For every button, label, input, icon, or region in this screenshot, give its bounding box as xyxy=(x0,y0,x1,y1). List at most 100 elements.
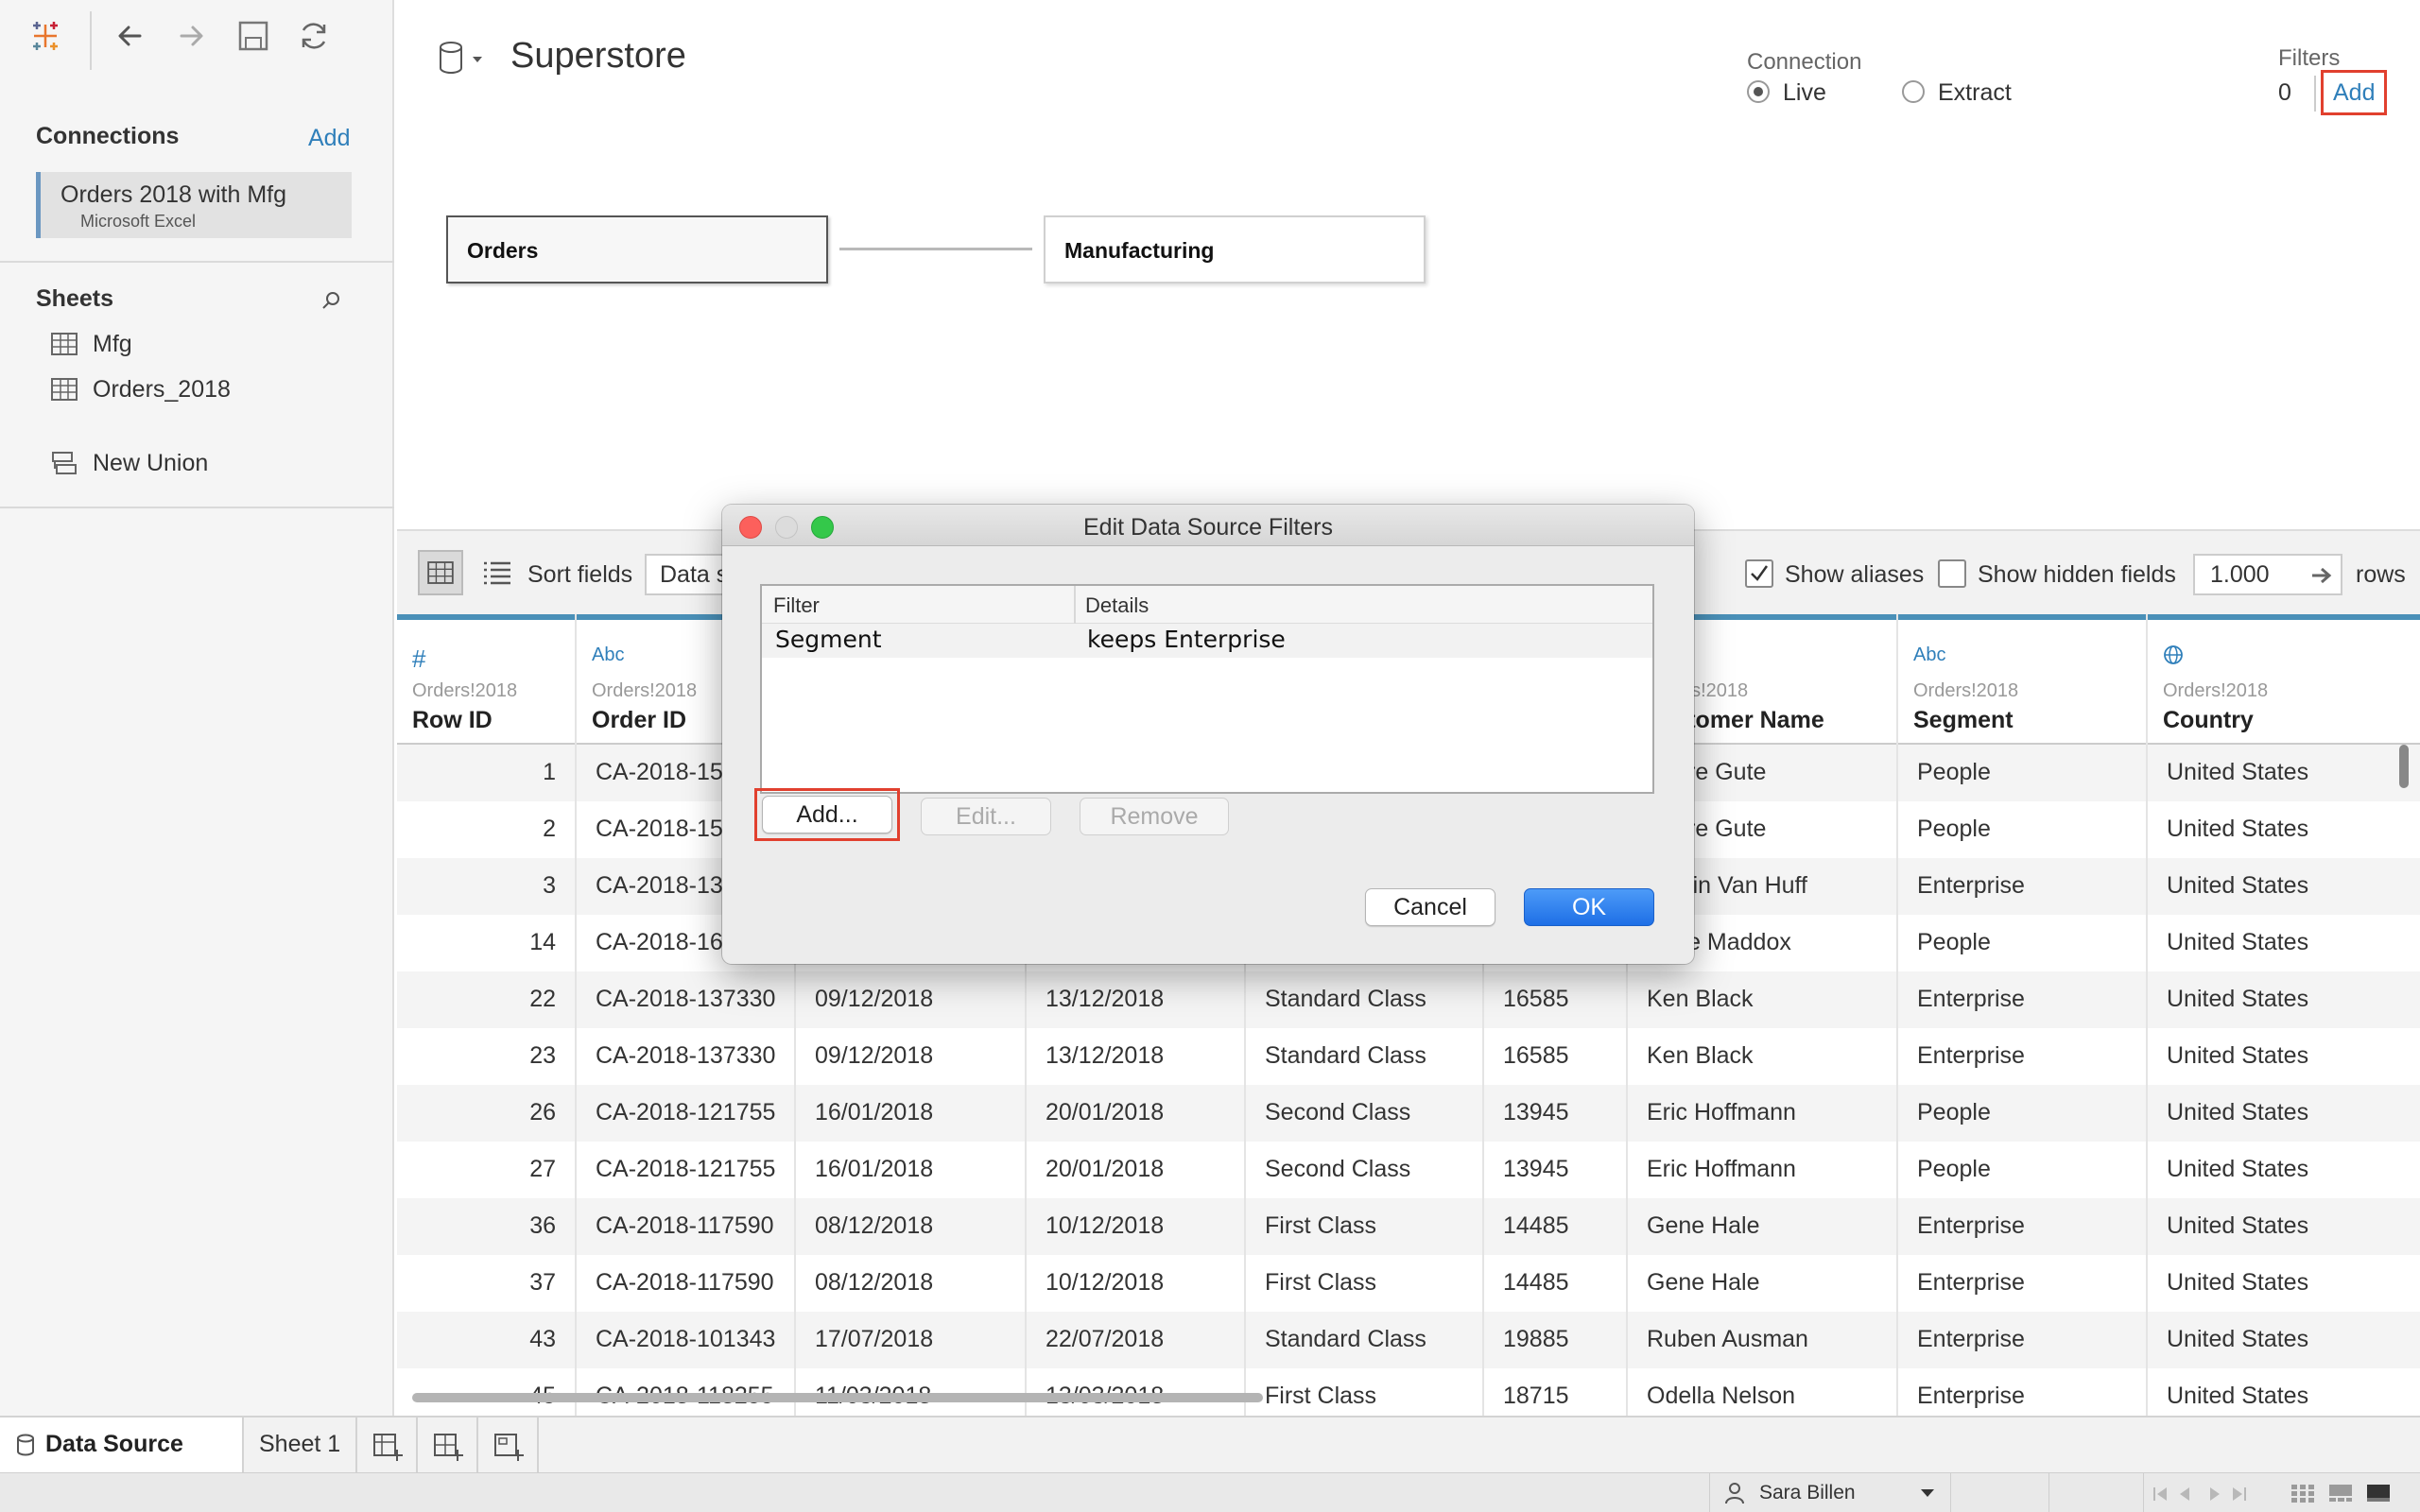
column-header[interactable]: Abc Orders!2018 Segment xyxy=(1898,614,2146,745)
extract-radio[interactable] xyxy=(1902,80,1925,103)
table-cell: 10/12/2018 xyxy=(1046,1212,1165,1239)
new-worksheet-tab[interactable] xyxy=(357,1418,418,1472)
table-manufacturing[interactable]: Manufacturing xyxy=(1044,215,1426,284)
table-orders[interactable]: Orders xyxy=(446,215,828,284)
table-cell: 18715 xyxy=(1503,1383,1569,1409)
column-name[interactable]: Order ID xyxy=(592,707,686,734)
column-name[interactable]: Country xyxy=(2163,707,2254,734)
table-cell: First Class xyxy=(1265,1383,1377,1409)
edit-filter-button[interactable]: Edit... xyxy=(921,798,1051,835)
extract-label[interactable]: Extract xyxy=(1938,79,2012,107)
filter-name: Segment xyxy=(775,626,882,653)
filter-list-header: Filter Details xyxy=(762,586,1652,624)
ok-button[interactable]: OK xyxy=(1524,888,1654,926)
column-header[interactable]: # Orders!2018 Row ID xyxy=(397,614,575,745)
forward-arrow-icon[interactable] xyxy=(172,17,210,55)
table-cell: 16585 xyxy=(1503,986,1569,1012)
table-cell: 09/12/2018 xyxy=(815,986,934,1012)
table-cell: Gene Hale xyxy=(1647,1212,1760,1239)
show-hidden-checkbox[interactable] xyxy=(1938,559,1966,588)
table-cell: Ken Black xyxy=(1647,986,1754,1012)
edit-data-source-filters-dialog: Edit Data Source Filters Filter Details … xyxy=(722,505,1694,964)
table-cell: Enterprise xyxy=(1917,1269,2025,1296)
table-cell: United States xyxy=(2167,1099,2309,1125)
live-radio[interactable] xyxy=(1747,80,1770,103)
new-dashboard-icon xyxy=(434,1434,463,1461)
divider xyxy=(0,507,394,508)
sheet-item-mfg[interactable]: Mfg xyxy=(51,327,132,361)
user-menu[interactable]: Sara Billen xyxy=(1709,1473,1951,1512)
table-cell: 17/07/2018 xyxy=(815,1326,934,1352)
sheet-tabs-bar: Data Source Sheet 1 xyxy=(0,1416,2420,1472)
cancel-button[interactable]: Cancel xyxy=(1365,888,1495,926)
table-cell: 45 xyxy=(397,1368,575,1416)
new-dashboard-tab[interactable] xyxy=(418,1418,478,1472)
tableau-logo-icon[interactable] xyxy=(26,17,64,55)
rows-value: 1.000 xyxy=(2210,561,2270,588)
grid-column[interactable]: #Orders!2018Row ID123142223262736374345 xyxy=(397,614,577,1416)
table-cell: 08/12/2018 xyxy=(815,1212,934,1239)
sheet-navigation-icons[interactable] xyxy=(2152,1485,2257,1503)
table-cell: Enterprise xyxy=(1917,1042,2025,1069)
table-cell: First Class xyxy=(1265,1269,1377,1296)
filter-row[interactable]: Segment keeps Enterprise xyxy=(762,624,1652,658)
sheet-label: Mfg xyxy=(93,330,132,357)
refresh-icon[interactable] xyxy=(295,17,333,55)
grid-column[interactable]: Orders!2018 Country United States United St… xyxy=(2148,614,2420,1416)
globe-icon[interactable] xyxy=(2163,644,2184,671)
sheet-item-orders-2018[interactable]: Orders_2018 xyxy=(51,372,231,406)
arrow-right-icon[interactable] xyxy=(2310,565,2333,586)
connection-item[interactable]: Orders 2018 with Mfg Microsoft Excel xyxy=(36,172,352,238)
table-cell: CA-2018-117590 xyxy=(596,1212,774,1239)
filters-add-highlight xyxy=(2321,70,2387,115)
table-icon xyxy=(51,333,78,355)
datasource-icon xyxy=(17,1434,34,1456)
table-cell: United States xyxy=(2167,1212,2309,1239)
search-icon[interactable] xyxy=(320,289,342,312)
join-line[interactable] xyxy=(839,248,1032,250)
table-cell: CA-2018-137330 xyxy=(596,986,776,1012)
save-icon[interactable] xyxy=(234,17,272,55)
rows-input[interactable]: 1.000 xyxy=(2193,554,2342,595)
live-label[interactable]: Live xyxy=(1783,79,1826,107)
toolbar-separator xyxy=(90,11,92,70)
grid-layout-icon[interactable] xyxy=(2290,1483,2316,1503)
back-arrow-icon[interactable] xyxy=(112,17,149,55)
table-cell: 22 xyxy=(529,986,556,1012)
filmstrip-icon[interactable] xyxy=(2327,1483,2354,1503)
show-hidden-label[interactable]: Show hidden fields xyxy=(1978,561,2176,589)
table-cell: United States xyxy=(2167,1156,2309,1182)
horizontal-scrollbar[interactable] xyxy=(412,1393,1263,1402)
datasource-title[interactable]: Superstore xyxy=(510,36,686,77)
tab-data-source[interactable]: Data Source xyxy=(0,1418,244,1472)
string-type-icon[interactable]: Abc xyxy=(592,644,624,666)
grid-view-icon[interactable] xyxy=(418,550,463,595)
vertical-scrollbar[interactable] xyxy=(2399,745,2409,788)
table-cell: CA-2018-117590 xyxy=(596,1269,774,1296)
show-aliases-checkbox[interactable] xyxy=(1745,559,1773,588)
new-story-tab[interactable] xyxy=(478,1418,539,1472)
tab-sheet1[interactable]: Sheet 1 xyxy=(244,1418,357,1472)
table-cell: 13/03/2018 xyxy=(1027,1368,1244,1416)
tabs-layout-icon[interactable] xyxy=(2365,1483,2392,1503)
number-type-icon[interactable]: # xyxy=(412,644,425,674)
list-view-icon[interactable] xyxy=(475,550,520,595)
grid-column[interactable]: Abc Orders!2018 Segment People People Enterpr… xyxy=(1898,614,2148,1416)
remove-filter-button[interactable]: Remove xyxy=(1080,798,1229,835)
table-cell: 19885 xyxy=(1503,1326,1569,1352)
show-aliases-label[interactable]: Show aliases xyxy=(1785,561,1924,589)
filter-list[interactable]: Filter Details Segment keeps Enterprise xyxy=(760,584,1654,794)
column-source: Orders!2018 xyxy=(2163,680,2269,701)
connections-add-link[interactable]: Add xyxy=(308,125,350,152)
add-filter-highlight xyxy=(754,788,900,841)
new-union-item[interactable]: New Union xyxy=(51,446,208,480)
table-cell: People xyxy=(1917,1099,1991,1125)
datasource-icon[interactable] xyxy=(435,38,488,79)
table-cell: People xyxy=(1917,1156,1991,1182)
table-cell: 23 xyxy=(529,1042,556,1069)
table-cell: 1 xyxy=(543,759,556,785)
string-type-icon[interactable]: Abc xyxy=(1913,644,1945,666)
column-header[interactable]: Orders!2018 Country xyxy=(2148,614,2420,745)
column-name[interactable]: Row ID xyxy=(412,707,493,734)
column-name[interactable]: Segment xyxy=(1913,707,2014,734)
